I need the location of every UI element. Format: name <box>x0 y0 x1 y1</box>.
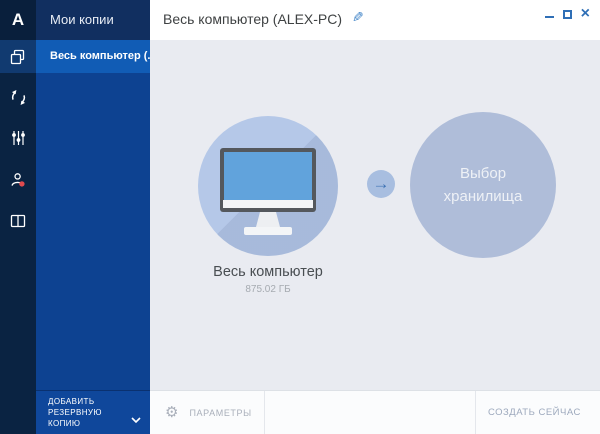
maximize-button[interactable] <box>563 10 572 19</box>
options-label: ПАРАМЕТРЫ <box>189 408 251 418</box>
rail-item-account[interactable] <box>0 163 36 197</box>
edit-pencil-icon[interactable]: ✎ <box>352 9 364 26</box>
backup-setup-panel: Весь компьютер 875.02 ГБ → Выбор хранили… <box>150 40 600 390</box>
computer-icon <box>220 148 316 235</box>
window-controls: × <box>545 6 590 22</box>
app-window: A <box>0 0 600 434</box>
acronis-logo: A <box>0 0 36 40</box>
page-title: Весь компьютер (ALEX-PC) <box>163 11 342 27</box>
sidebar-item-whole-computer[interactable]: Весь компьютер (... <box>36 40 150 73</box>
gear-icon: ⚙ <box>165 405 178 420</box>
add-backup-label: ДОБАВИТЬ РЕЗЕРВНУЮ КОПИЮ <box>48 396 112 429</box>
rail-item-sync[interactable] <box>0 80 36 114</box>
titlebar: Весь компьютер (ALEX-PC) ✎ × <box>150 0 600 40</box>
arrow-chip: → <box>367 170 395 198</box>
backup-destination-selector[interactable]: Выбор хранилища <box>410 112 556 258</box>
minimize-button[interactable] <box>545 16 554 18</box>
rail-item-tools[interactable] <box>0 121 36 155</box>
account-icon <box>10 172 26 188</box>
backup-source-selector[interactable] <box>198 116 338 256</box>
source-label: Весь компьютер <box>178 264 358 280</box>
footer-divider <box>264 391 265 434</box>
sync-icon <box>10 89 27 106</box>
chevron-down-icon[interactable] <box>131 410 141 428</box>
notification-badge <box>19 181 24 186</box>
rail-item-backups[interactable] <box>0 40 36 73</box>
book-icon <box>10 214 26 228</box>
backups-sidebar: Мои копии Весь компьютер (... ДОБАВИТЬ Р… <box>36 0 150 434</box>
close-button[interactable]: × <box>581 8 590 20</box>
right-arrow-icon: → <box>373 174 390 194</box>
create-now-label: СОЗДАТЬ СЕЙЧАС <box>488 407 581 418</box>
footer-bar: ⚙ ПАРАМЕТРЫ СОЗДАТЬ СЕЙЧАС <box>150 390 600 434</box>
source-size: 875.02 ГБ <box>178 284 358 295</box>
icon-rail: A <box>0 0 36 434</box>
rail-item-help[interactable] <box>0 204 36 238</box>
destination-label: Выбор хранилища <box>433 162 533 209</box>
sidebar-header: Мои копии <box>36 0 150 40</box>
add-backup-button[interactable]: ДОБАВИТЬ РЕЗЕРВНУЮ КОПИЮ <box>36 390 150 434</box>
copies-icon <box>10 49 26 65</box>
logo-letter: A <box>12 10 24 30</box>
sliders-icon <box>11 130 26 146</box>
create-now-button[interactable]: СОЗДАТЬ СЕЙЧАС <box>476 391 600 434</box>
options-button[interactable]: ⚙ ПАРАМЕТРЫ <box>150 391 263 434</box>
